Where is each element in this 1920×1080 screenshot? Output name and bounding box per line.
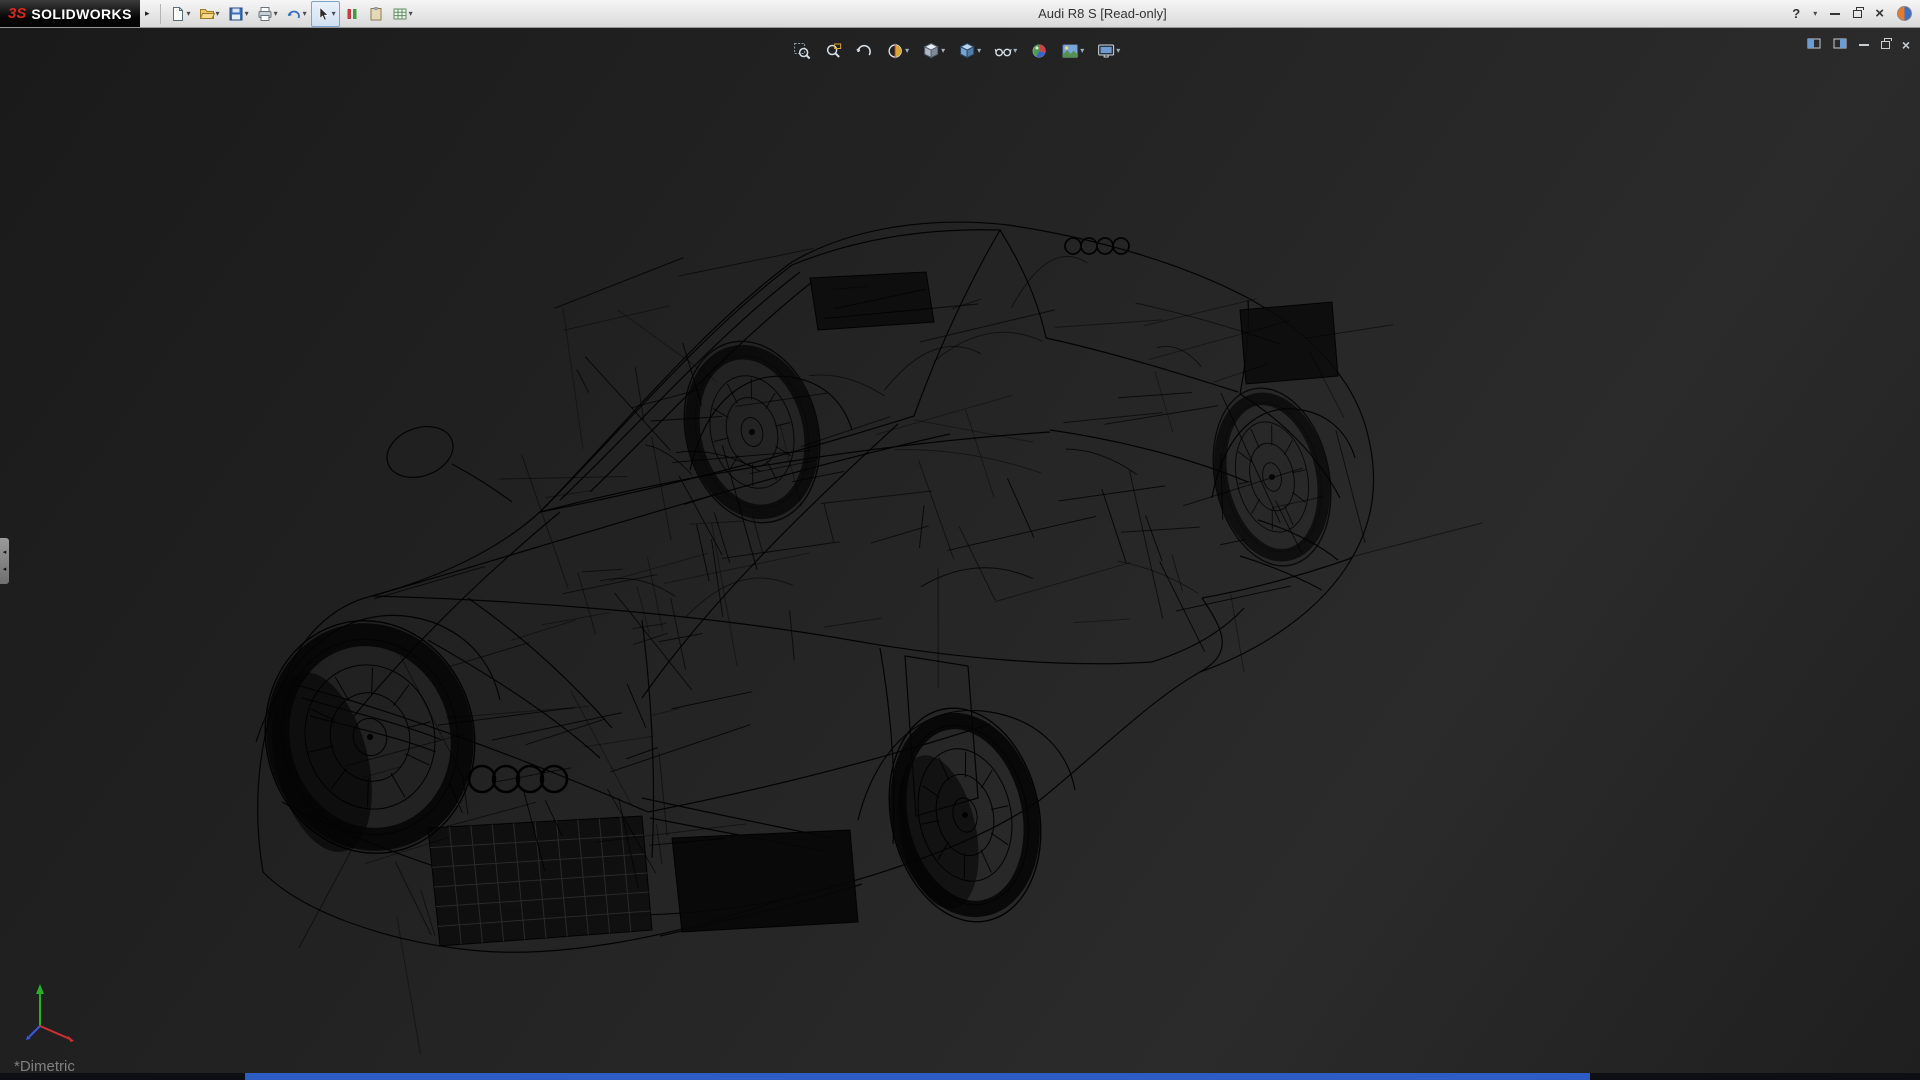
save-floppy-icon (228, 6, 244, 22)
print-button[interactable]: ▾ (253, 1, 282, 27)
view-orientation-cube-icon (922, 42, 940, 60)
window-controls: ? ▾ × (1788, 6, 1920, 21)
feature-panel-splitter[interactable]: ◂ ◂ (0, 538, 9, 584)
apply-scene-icon (1061, 42, 1079, 60)
undo-arrow-icon (286, 6, 302, 22)
document-close-button[interactable]: × (1902, 38, 1910, 52)
dropdown-caret-icon[interactable]: ▾ (1013, 47, 1017, 55)
undo-button[interactable]: ▾ (282, 1, 311, 27)
menu-expand-arrow-icon[interactable]: ▸ (145, 8, 150, 19)
dropdown-caret-icon[interactable]: ▾ (245, 10, 249, 18)
view-orientation-button[interactable]: ▾ (920, 40, 947, 62)
heads-up-view-toolbar: ▾ ▾ ▾ ▾ (791, 40, 1122, 62)
dock-pane-left-button[interactable] (1807, 36, 1821, 54)
print-icon (257, 6, 273, 22)
clipboard-button[interactable] (364, 1, 388, 27)
new-document-button[interactable]: ▾ (166, 1, 195, 27)
resources-flag-icon[interactable] (1897, 6, 1912, 21)
dassault-logo-icon: 3S (8, 6, 26, 21)
section-view-icon (886, 42, 904, 60)
dropdown-caret-icon[interactable]: ▾ (905, 47, 909, 55)
taskbar-sliver (0, 1073, 1920, 1080)
dropdown-caret-icon[interactable]: ▾ (409, 10, 413, 18)
view-settings-icon (1097, 42, 1115, 60)
edit-appearance-icon (1030, 42, 1048, 60)
apply-scene-button[interactable]: ▾ (1059, 40, 1086, 62)
dropdown-caret-icon[interactable]: ▾ (1116, 47, 1120, 55)
edit-appearance-button[interactable] (1028, 40, 1050, 62)
dropdown-caret-icon[interactable]: ▾ (303, 10, 307, 18)
splitter-arrow-icon: ◂ (3, 549, 7, 556)
previous-view-button[interactable] (853, 40, 875, 62)
previous-view-icon (855, 42, 873, 60)
taskbar-active-app[interactable] (245, 1073, 1590, 1080)
display-colors-button[interactable] (340, 1, 364, 27)
select-button[interactable]: ▾ (311, 1, 340, 27)
splitter-arrow-icon: ◂ (3, 566, 7, 573)
dock-pane-right-button[interactable] (1833, 36, 1847, 54)
document-restore-button[interactable] (1881, 41, 1890, 49)
graphics-area[interactable] (0, 28, 1920, 1080)
dropdown-caret-icon[interactable]: ▾ (1080, 47, 1084, 55)
zoom-to-fit-icon (793, 42, 811, 60)
dropdown-caret-icon[interactable]: ▾ (187, 10, 191, 18)
help-caret-icon[interactable]: ▾ (1813, 10, 1817, 18)
save-button[interactable]: ▾ (224, 1, 253, 27)
dropdown-caret-icon[interactable]: ▾ (332, 10, 336, 18)
document-window-controls: × (1807, 36, 1910, 54)
dropdown-caret-icon[interactable]: ▾ (977, 47, 981, 55)
dock-pane-left-icon (1807, 38, 1821, 49)
clipboard-icon (368, 6, 384, 22)
dropdown-caret-icon[interactable]: ▾ (941, 47, 945, 55)
options-table-icon (392, 6, 408, 22)
zoom-to-fit-button[interactable] (791, 40, 813, 62)
select-cursor-icon (315, 6, 331, 22)
new-document-icon (170, 6, 186, 22)
document-minimize-button[interactable] (1859, 44, 1869, 46)
view-settings-button[interactable]: ▾ (1095, 40, 1122, 62)
display-style-button[interactable]: ▾ (956, 40, 983, 62)
hide-show-items-button[interactable]: ▾ (992, 40, 1019, 62)
zoom-to-area-icon (824, 42, 842, 60)
display-style-icon (958, 42, 976, 60)
dropdown-caret-icon[interactable]: ▾ (274, 10, 278, 18)
close-button[interactable]: × (1875, 6, 1884, 21)
open-button[interactable]: ▾ (195, 1, 224, 27)
minimize-button[interactable] (1830, 13, 1840, 15)
zoom-to-area-button[interactable] (822, 40, 844, 62)
open-folder-icon (199, 6, 215, 22)
display-colors-icon (344, 6, 360, 22)
brand-name: SOLIDWORKS (31, 7, 131, 21)
titlebar: 3S SOLIDWORKS ▸ ▾ ▾ ▾ ▾ (0, 0, 1920, 28)
toolbar-separator (160, 4, 161, 24)
help-button[interactable]: ? (1792, 6, 1800, 21)
restore-button[interactable] (1853, 10, 1862, 18)
hide-show-items-icon (994, 42, 1012, 60)
dock-pane-right-icon (1833, 38, 1847, 49)
dropdown-caret-icon[interactable]: ▾ (216, 10, 220, 18)
window-title: Audi R8 S [Read-only] (417, 6, 1789, 21)
section-view-button[interactable]: ▾ (884, 40, 911, 62)
options-button[interactable]: ▾ (388, 1, 417, 27)
solidworks-logo[interactable]: 3S SOLIDWORKS (0, 0, 140, 27)
